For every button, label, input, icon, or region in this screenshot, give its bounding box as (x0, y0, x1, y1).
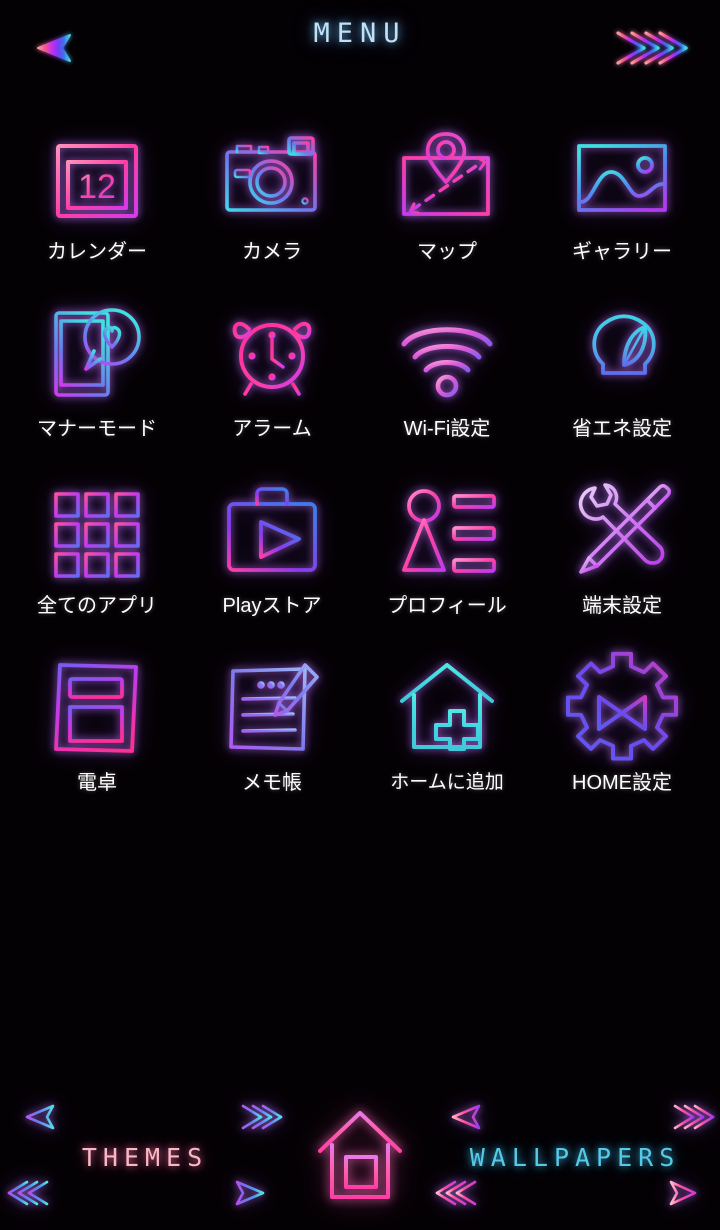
app-label: ホームに追加 (390, 772, 504, 793)
menu-screen: MENU 12 カレンダー カメラ マップ ギャラリー マナーモード アラーム … (0, 0, 720, 1230)
calendar-badge: 12 (78, 168, 116, 206)
wifi-icon (392, 299, 502, 409)
app-label: カレンダー (47, 241, 147, 263)
calendar-icon: 12 (42, 122, 152, 232)
app-label: アラーム (232, 418, 312, 440)
phone-heart-icon (42, 299, 152, 409)
map-pin-icon (392, 122, 502, 232)
app-icon-camera[interactable]: カメラ (184, 118, 360, 293)
app-icon-alarm[interactable]: アラーム (184, 295, 360, 470)
app-label: メモ帳 (242, 772, 302, 794)
home-button[interactable] (290, 1085, 430, 1230)
app-label: 電卓 (77, 772, 117, 794)
themes-top-arrow-icon (5, 1098, 285, 1141)
app-icon-calculator[interactable]: 電卓 (9, 649, 185, 824)
camera-icon (217, 122, 327, 232)
app-label: プロフィール (387, 595, 507, 617)
app-icon-gallery[interactable]: ギャラリー (534, 118, 710, 293)
profile-icon (392, 476, 502, 586)
eco-bulb-icon (567, 299, 677, 409)
app-icon-map[interactable]: マップ (359, 118, 535, 293)
wallpapers-bottom-arrow-icon (433, 1174, 718, 1217)
themes-label: THEMES (81, 1143, 209, 1172)
app-icon-profile[interactable]: プロフィール (359, 472, 535, 647)
home-house-icon (314, 1107, 406, 1208)
app-label: Playストア (222, 595, 322, 617)
app-label: マナーモード (37, 418, 157, 440)
app-icon-manner-mode[interactable]: マナーモード (9, 295, 185, 470)
app-label: ギャラリー (572, 241, 672, 263)
gear-icon (566, 651, 678, 763)
app-grid-icon (42, 476, 152, 586)
app-label: マップ (417, 241, 477, 263)
app-label: カメラ (242, 241, 302, 263)
app-label: Wi-Fi設定 (403, 418, 491, 440)
page-title: MENU (313, 18, 407, 49)
app-icon-memo-pad[interactable]: メモ帳 (184, 649, 360, 824)
header: MENU (0, 0, 720, 92)
app-icon-wifi[interactable]: Wi-Fi設定 (359, 295, 535, 470)
app-label: 端末設定 (582, 595, 662, 617)
app-icon-calendar[interactable]: 12 カレンダー (9, 118, 185, 293)
calculator-icon (42, 653, 152, 763)
house-plus-icon (392, 653, 502, 763)
app-icon-all-apps[interactable]: 全てのアプリ (9, 472, 185, 647)
play-store-icon (217, 476, 327, 586)
app-icon-eco-settings[interactable]: 省エネ設定 (534, 295, 710, 470)
themes-bottom-arrow-icon (5, 1174, 285, 1217)
app-icon-device-settings[interactable]: 端末設定 (534, 472, 710, 647)
gallery-image-icon (567, 122, 677, 232)
bottom-nav: THEMES WALLPAPERS (0, 1085, 720, 1230)
app-label: HOME設定 (572, 772, 672, 794)
icon-grid: 12 カレンダー カメラ マップ ギャラリー マナーモード アラーム Wi-Fi… (0, 118, 720, 818)
memo-pencil-icon (217, 653, 327, 763)
tools-icon (567, 476, 677, 586)
wallpapers-top-arrow-icon (433, 1098, 718, 1141)
app-icon-add-to-home[interactable]: ホームに追加 (359, 649, 535, 824)
alarm-clock-icon (217, 299, 327, 409)
app-icon-home-settings[interactable]: HOME設定 (534, 649, 710, 824)
wallpapers-label: WALLPAPERS (469, 1143, 681, 1172)
themes-button[interactable]: THEMES (0, 1085, 290, 1230)
wallpapers-button[interactable]: WALLPAPERS (430, 1085, 720, 1230)
app-label: 全てのアプリ (37, 595, 157, 617)
app-icon-play-store[interactable]: Playストア (184, 472, 360, 647)
app-label: 省エネ設定 (572, 418, 672, 440)
